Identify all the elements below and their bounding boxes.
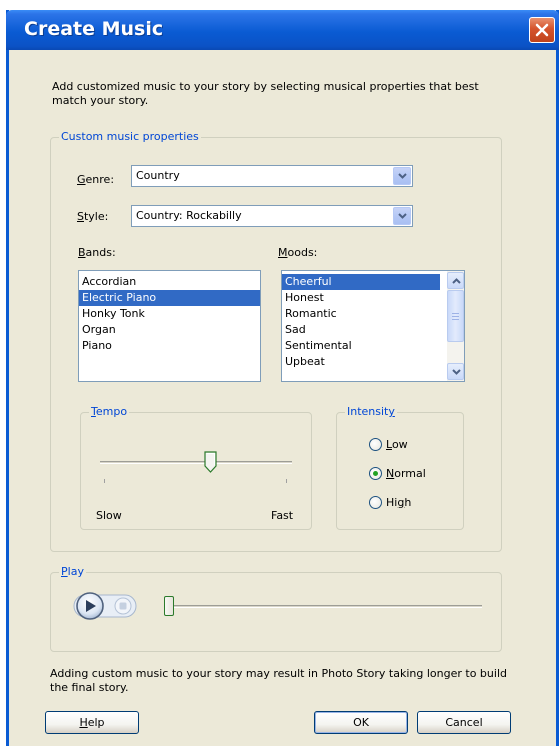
ok-button[interactable]: OK — [314, 711, 408, 734]
tempo-slider[interactable] — [100, 451, 292, 483]
radio-button[interactable] — [369, 496, 382, 509]
genre-dropdown-button[interactable] — [393, 167, 411, 185]
help-button[interactable]: Help — [45, 711, 139, 734]
style-dropdown-button[interactable] — [393, 207, 411, 225]
intensity-title: Intensity — [345, 405, 397, 419]
genre-label-rest: enre: — [85, 173, 115, 186]
moods-item[interactable]: Sad — [282, 322, 464, 338]
bands-item[interactable]: Piano — [79, 338, 260, 354]
radio-selected-dot — [373, 471, 378, 476]
playback-slider-thumb[interactable] — [164, 596, 174, 616]
bands-item-selected[interactable]: Electric Piano — [79, 290, 260, 306]
chevron-down-icon — [398, 213, 407, 219]
moods-scrollbar[interactable] — [447, 271, 464, 381]
playback-slider-track — [164, 605, 482, 608]
moods-item[interactable]: Upbeat — [282, 354, 464, 370]
moods-item[interactable]: Honest — [282, 290, 464, 306]
bands-item[interactable]: Accordian — [79, 274, 260, 290]
genre-label: Genre: — [77, 173, 114, 187]
genre-label-access: G — [77, 173, 86, 186]
tempo-tick-max — [286, 479, 287, 483]
dialog-title: Create Music — [24, 18, 164, 40]
close-icon — [535, 23, 549, 37]
footer-note: Adding custom music to your story may re… — [50, 667, 507, 694]
moods-label: Moods: — [278, 246, 317, 260]
moods-label-access: M — [278, 246, 288, 259]
chevron-down-icon — [452, 369, 461, 375]
stop-icon — [119, 602, 127, 610]
genre-dropdown[interactable]: Country — [131, 165, 413, 187]
custom-music-properties-title: Custom music properties — [59, 130, 201, 144]
intensity-low-label: Low — [386, 438, 408, 451]
scroll-up-button[interactable] — [447, 272, 464, 289]
moods-item-selected[interactable]: Cheerful — [282, 274, 440, 290]
style-label-rest: tyle: — [83, 210, 109, 223]
moods-item[interactable]: Sentimental — [282, 338, 464, 354]
scroll-down-button[interactable] — [447, 363, 464, 380]
bands-label: Bands: — [78, 246, 116, 260]
bands-label-rest: ands: — [85, 246, 116, 259]
style-value: Country: Rockabilly — [136, 209, 242, 222]
style-dropdown[interactable]: Country: Rockabilly — [131, 205, 413, 227]
bands-item[interactable]: Honky Tonk — [79, 306, 260, 322]
intensity-title-pre: Intensit — [347, 405, 389, 418]
intensity-title-access: y — [388, 405, 395, 418]
moods-label-rest: oods: — [287, 246, 318, 259]
tempo-max-label: Fast — [271, 509, 294, 522]
play-title: Play — [59, 565, 86, 579]
intro-text: Add customized music to your story by se… — [52, 80, 479, 107]
tempo-title-rest: empo — [95, 405, 128, 418]
bands-label-access: B — [78, 246, 86, 259]
stop-button[interactable] — [114, 597, 132, 615]
tempo-slider-thumb[interactable] — [203, 451, 217, 473]
play-button[interactable] — [76, 592, 104, 620]
moods-listbox[interactable]: Cheerful Honest Romantic Sad Sentimental… — [281, 270, 465, 382]
chevron-up-icon — [452, 278, 461, 284]
style-label-access: S — [77, 210, 84, 223]
play-title-rest: lay — [67, 565, 84, 578]
play-controls — [73, 592, 137, 620]
title-bar[interactable]: Create Music — [6, 10, 559, 50]
scroll-thumb[interactable] — [447, 290, 464, 342]
radio-button[interactable] — [369, 438, 382, 451]
tempo-min-label: Slow — [96, 509, 122, 522]
playback-slider[interactable] — [160, 596, 482, 618]
bands-listbox[interactable]: Accordian Electric Piano Honky Tonk Orga… — [78, 270, 261, 382]
tempo-slider-track — [100, 461, 292, 464]
close-button[interactable] — [529, 17, 555, 43]
cancel-button[interactable]: Cancel — [417, 711, 511, 734]
style-label: Style: — [77, 210, 108, 224]
intensity-high-label: High — [386, 496, 412, 509]
intensity-normal-label: Normal — [386, 467, 426, 480]
chevron-down-icon — [398, 173, 407, 179]
play-title-access: P — [61, 565, 68, 578]
genre-value: Country — [136, 169, 180, 182]
tempo-title: Tempo — [89, 405, 130, 419]
tempo-tick-min — [104, 479, 105, 483]
moods-item[interactable]: Romantic — [282, 306, 464, 322]
radio-button[interactable] — [369, 467, 382, 480]
bands-item[interactable]: Organ — [79, 322, 260, 338]
